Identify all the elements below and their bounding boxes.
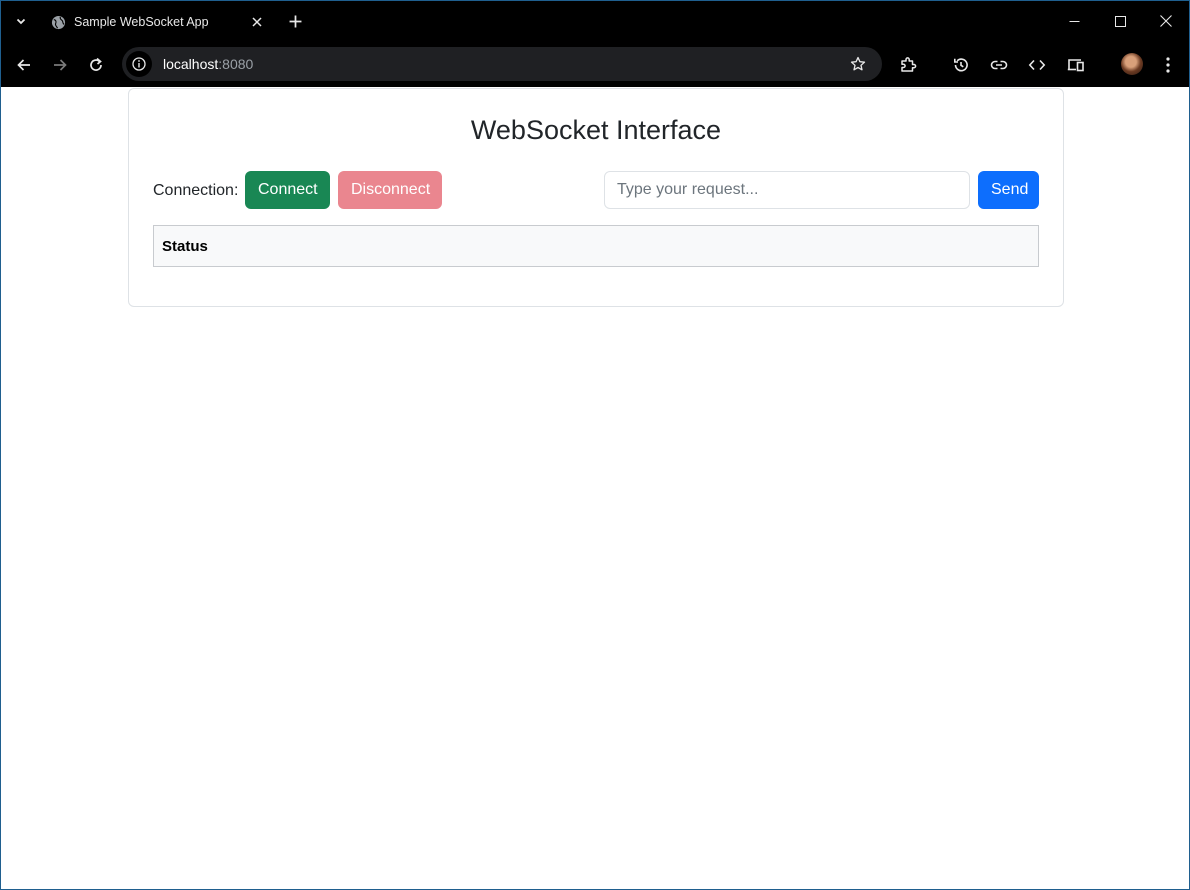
kebab-menu-icon[interactable] (1155, 52, 1181, 78)
connect-button[interactable]: Connect (245, 171, 330, 209)
minimize-icon[interactable] (1051, 7, 1097, 35)
status-header: Status (162, 238, 208, 255)
tab-strip: Sample WebSocket App (1, 1, 1189, 41)
globe-icon (50, 14, 66, 30)
page-title: WebSocket Interface (470, 115, 722, 145)
tab-title: Sample WebSocket App (74, 15, 209, 29)
maximize-icon[interactable] (1097, 7, 1143, 35)
tab-active[interactable]: Sample WebSocket App (41, 7, 273, 37)
bookmark-star-icon[interactable] (848, 54, 868, 74)
back-arrow-icon[interactable] (10, 51, 38, 79)
browser-toolbar: localhost:8080 (1, 41, 1189, 88)
window-close-icon[interactable] (1143, 7, 1189, 35)
info-icon[interactable] (126, 51, 152, 77)
link-icon[interactable] (986, 52, 1012, 78)
status-table: Status (153, 225, 1039, 267)
send-button[interactable]: Send (978, 171, 1039, 209)
url-text: localhost:8080 (163, 56, 253, 72)
page-viewport: WebSocket Interface Connection: Connect … (0, 87, 1190, 890)
history-icon[interactable] (948, 52, 974, 78)
url-host: localhost (163, 56, 219, 72)
websocket-card: WebSocket Interface Connection: Connect … (128, 88, 1064, 307)
address-bar[interactable]: localhost:8080 (122, 47, 882, 81)
url-port: :8080 (218, 56, 254, 72)
device-toggle-icon[interactable] (1063, 52, 1089, 78)
new-tab-plus-icon[interactable] (283, 9, 307, 33)
reload-icon[interactable] (82, 51, 110, 79)
code-brackets-icon[interactable] (1024, 52, 1050, 78)
request-input[interactable] (604, 171, 970, 209)
profile-avatar[interactable] (1121, 53, 1143, 75)
extensions-puzzle-icon[interactable] (895, 52, 921, 78)
browser-chrome: Sample WebSocket App localhost:8080 (0, 0, 1190, 87)
connection-label: Connection: (153, 182, 239, 199)
disconnect-button[interactable]: Disconnect (338, 171, 442, 209)
close-tab-icon[interactable] (247, 12, 267, 32)
forward-arrow-icon[interactable] (46, 51, 74, 79)
tab-search-chevron-icon[interactable] (9, 9, 33, 33)
